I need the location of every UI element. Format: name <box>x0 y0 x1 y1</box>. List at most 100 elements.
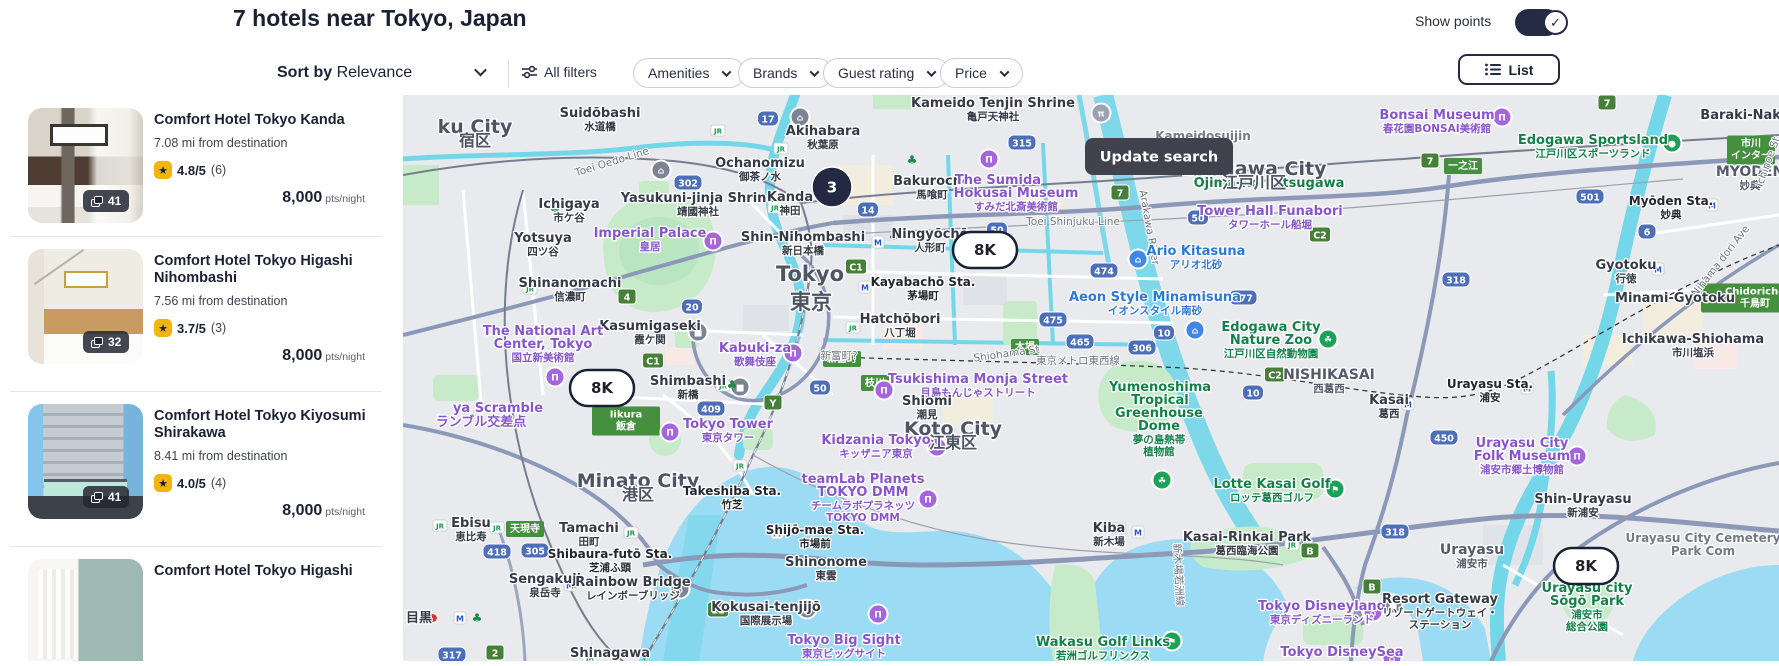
page-title: 7 hotels near Tokyo, Japan <box>233 5 527 31</box>
map-label: Kasai <box>1369 393 1409 408</box>
map-label: 馬喰町 <box>916 188 948 201</box>
map-label: 6 <box>1644 228 1651 239</box>
price-marker[interactable]: 8K <box>568 368 636 408</box>
road-shield: 450 <box>1429 429 1459 446</box>
price-marker[interactable]: 8K <box>1552 546 1620 586</box>
map-label: 神田 <box>780 204 801 217</box>
jr-icon: JR <box>489 521 505 534</box>
map-label: Aeon Style Minamisuna <box>1069 290 1241 305</box>
map-label: C1 <box>646 357 660 368</box>
road-shield: 2 <box>485 644 505 661</box>
map-label: ランブル交差点 <box>436 414 527 430</box>
map-label: 318 <box>1446 276 1466 287</box>
map-label-group: Rainbow Bridgeレインボーブリッジ <box>574 574 692 604</box>
hotel-name[interactable]: Comfort Hotel Tokyo Higashi <box>154 563 379 580</box>
filter-pill-price[interactable]: Price <box>940 58 1023 88</box>
map-label: タワーホール船堀 <box>1228 218 1312 231</box>
map-label: 4 <box>624 293 631 304</box>
divider <box>10 391 382 392</box>
list-view-button[interactable]: List <box>1458 54 1560 85</box>
map-label: Π <box>709 238 717 248</box>
map-label: JR <box>735 463 745 471</box>
hotel-name[interactable]: Comfort Hotel Tokyo Kanda <box>154 112 379 129</box>
map-label: 305 <box>525 547 545 558</box>
filter-pill-guest-rating[interactable]: Guest rating <box>823 58 951 88</box>
map-label: Yotsuya <box>513 231 572 246</box>
sort-by-control[interactable]: Sort by Relevance <box>277 64 412 82</box>
hotel-name[interactable]: Comfort Hotel Tokyo Higashi Nihombashi <box>154 253 379 287</box>
update-search-button[interactable]: Update search <box>1085 138 1233 175</box>
filter-pill-brands[interactable]: Brands <box>738 58 834 88</box>
map-label: 東京メトロ東西線 <box>1036 354 1120 367</box>
road-shield: 317 <box>437 646 467 663</box>
map[interactable]: 一之江木場天現寺Iikura飯倉新富町市川インターChidoricho千鳥町枝川… <box>402 90 1779 666</box>
map-label: 315 <box>1012 139 1032 150</box>
map-label: 10 <box>1157 329 1171 340</box>
map-label: Minami-Gyotoku <box>1615 291 1735 306</box>
road-shield: 418 <box>482 543 512 560</box>
hotel-photo[interactable] <box>28 559 143 661</box>
map-label: チームラボプラネッツ <box>811 499 915 512</box>
hotel-distance: 7.08 mi from destination <box>154 136 288 150</box>
map-label: Y <box>769 399 777 410</box>
map-label: 人形町 <box>914 241 946 254</box>
map-label: Urayasu Sta. <box>1447 377 1533 391</box>
metro-icon: M <box>871 235 885 249</box>
map-label: 8K <box>591 379 614 397</box>
hotel-photo[interactable]: 32 <box>28 249 143 364</box>
map-label: 475 <box>1043 316 1063 327</box>
map-label: C1 <box>849 263 863 274</box>
shop-icon: ⌂ <box>1127 248 1149 270</box>
map-label: 歌舞伎座 <box>734 355 776 368</box>
map-label: Urayasu City Cemetery <box>1625 531 1779 545</box>
map-label: 8K <box>1575 557 1598 575</box>
map-label: 20 <box>685 303 699 314</box>
map-canvas[interactable]: 一之江木場天現寺Iikura飯倉新富町市川インターChidoricho千鳥町枝川… <box>402 90 1779 666</box>
map-label: 一之江 <box>1448 159 1478 172</box>
road-shield: 315 <box>1007 134 1037 151</box>
chevron-down-icon[interactable] <box>474 63 487 77</box>
map-label-group: 目黒 <box>405 609 434 628</box>
map-label: JR <box>435 523 445 531</box>
map-label: Kidzania Tokyo <box>821 433 930 448</box>
map-label: Π <box>985 156 993 166</box>
cluster-marker[interactable]: 3 <box>811 166 853 208</box>
results-sidebar[interactable]: 41 Comfort Hotel Tokyo Kanda 7.08 mi fro… <box>0 95 403 661</box>
map-label: M <box>861 284 869 293</box>
map-label-group: Lotte Kasai Golfロッテ葛西ゴルフ <box>1212 476 1332 506</box>
pill-label: Guest rating <box>838 65 915 81</box>
road-shield: 305 <box>520 542 550 559</box>
pill-label: Brands <box>753 65 798 81</box>
photo-count: 41 <box>108 490 122 504</box>
hotel-rating: 3.7/5 <box>177 320 206 336</box>
map-label-group: Edogawa Sportsland江戸川区スポーツランド <box>1517 132 1670 162</box>
jr-icon: JR <box>845 321 861 334</box>
show-points-toggle[interactable]: ✓ <box>1515 9 1568 36</box>
filter-pill-amenities[interactable]: Amenities <box>633 58 746 88</box>
hotel-rating: 4.8/5 <box>177 162 206 178</box>
price-unit: pts/night <box>325 193 365 205</box>
hotel-photo[interactable]: 41 <box>28 108 143 223</box>
hotel-photo[interactable]: 41 <box>28 404 143 519</box>
map-label-group: Bonsai Museum春花園BONSAI美術館 <box>1378 107 1496 137</box>
hotel-distance: 8.41 mi from destination <box>154 449 288 463</box>
all-filters-button[interactable]: All filters <box>522 64 597 80</box>
metro-icon: M <box>453 611 467 625</box>
map-label: 茅場町 <box>906 289 939 302</box>
map-label: 亀戸天神社 <box>966 110 1020 123</box>
map-label-group: Kiba新木場 <box>1091 520 1126 550</box>
hotel-review-count: (3) <box>210 321 227 335</box>
hotel-rating: 4.0/5 <box>177 475 206 491</box>
hotel-name[interactable]: Comfort Hotel Tokyo Kiyosumi Shirakawa <box>154 408 379 442</box>
map-place-box: 一之江 <box>1444 158 1482 174</box>
toggle-check-icon: ✓ <box>1543 10 1568 35</box>
map-label-group: Tokyo Disneyland東京ディズニーランド <box>1257 598 1388 628</box>
hotel-review-count: (6) <box>210 163 227 177</box>
price-marker[interactable]: 8K <box>951 230 1019 270</box>
map-label: 市場前 <box>799 537 831 550</box>
map-label: 50 <box>813 384 827 395</box>
map-label: Park Com <box>1671 544 1735 558</box>
shrine-icon: π <box>1090 102 1112 124</box>
map-label: Π <box>874 611 882 621</box>
map-label: 千鳥町 <box>1740 297 1770 310</box>
